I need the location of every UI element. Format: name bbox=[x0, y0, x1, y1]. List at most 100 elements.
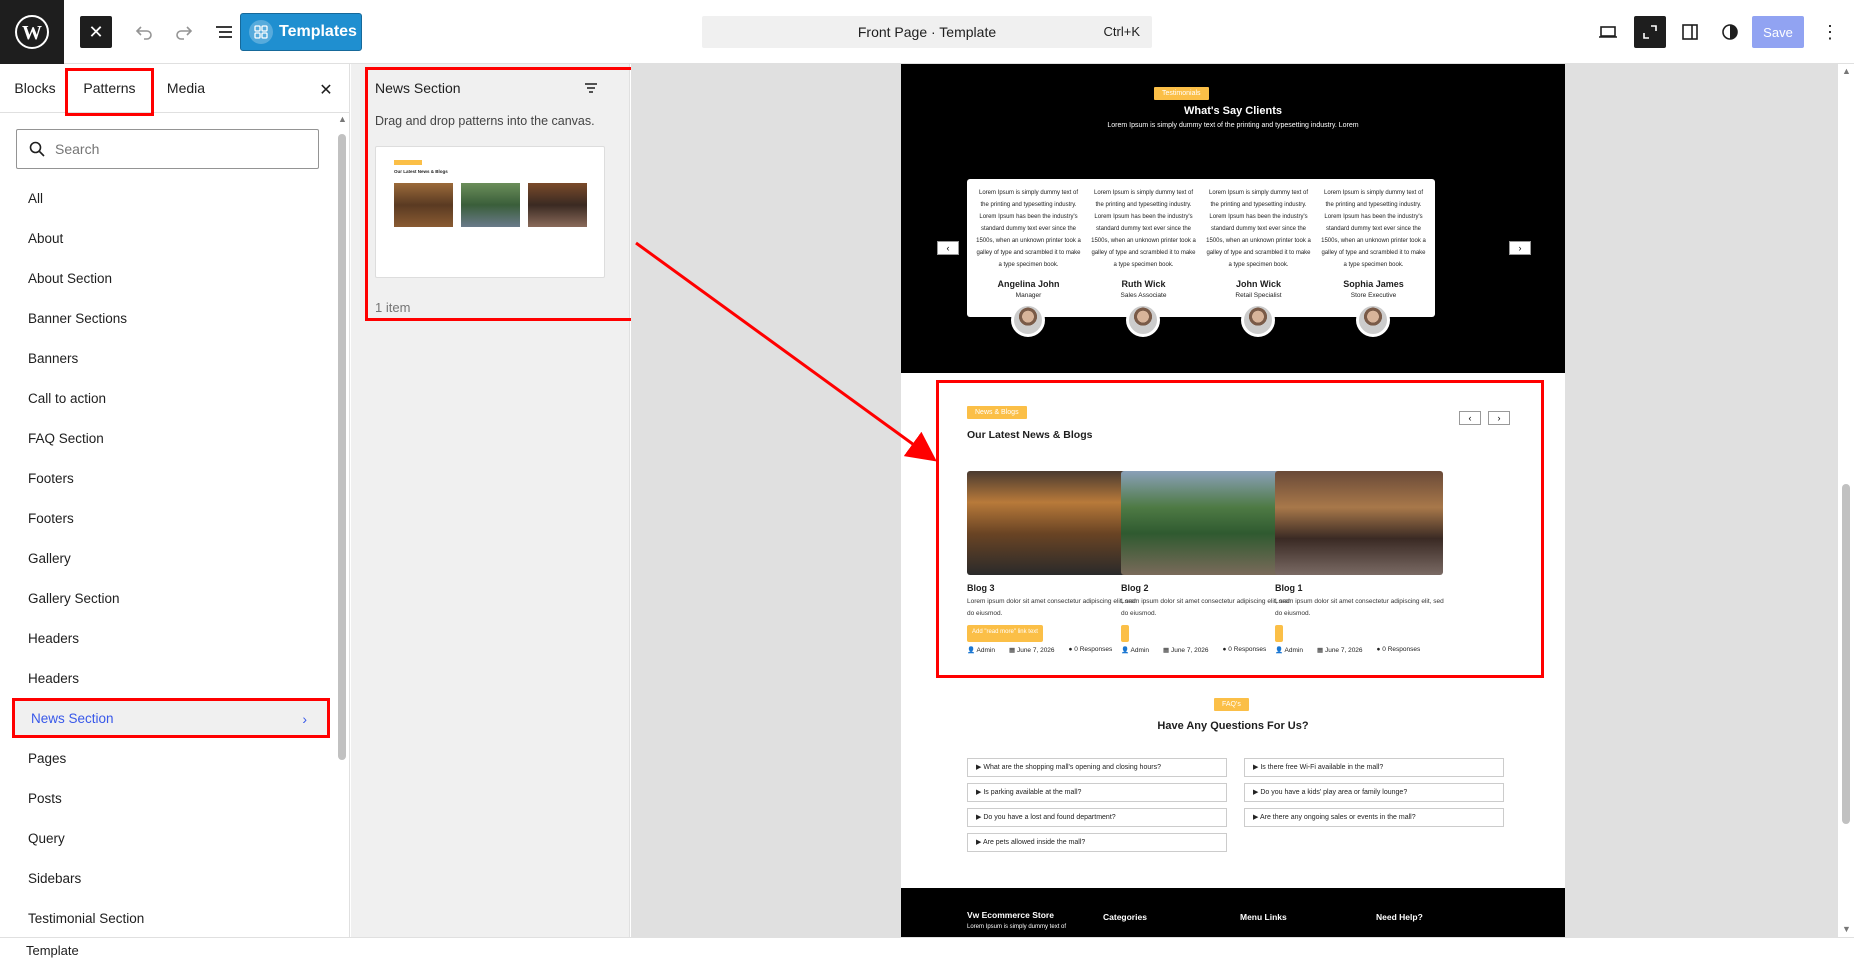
command-palette-button[interactable]: Front Page · Template Ctrl+K bbox=[702, 16, 1152, 48]
category-item[interactable]: Testimonial Section bbox=[12, 898, 330, 937]
footer-brand: Vw Ecommerce Store bbox=[967, 910, 1054, 920]
triangle-right-icon: ▶ bbox=[1253, 789, 1259, 796]
avatar bbox=[1126, 303, 1160, 337]
preview-tag bbox=[394, 160, 422, 165]
save-button[interactable]: Save bbox=[1752, 16, 1804, 48]
site-footer[interactable]: Vw Ecommerce Store Lorem Ipsum is simply… bbox=[901, 888, 1565, 937]
close-panel-button[interactable]: ✕ bbox=[314, 78, 338, 102]
preview-heading: Our Latest News & Blogs bbox=[394, 169, 448, 174]
category-label: Headers bbox=[28, 630, 80, 646]
avatar bbox=[1011, 303, 1045, 337]
faq-text: Is there free Wi-Fi available in the mal… bbox=[1260, 764, 1384, 771]
editor-canvas[interactable]: Testimonials What's Say Clients Lorem Ip… bbox=[631, 64, 1838, 937]
category-item[interactable]: News Section › bbox=[12, 698, 330, 738]
testimonial-role: Retail Specialist bbox=[1235, 292, 1282, 299]
templates-button[interactable]: Templates bbox=[240, 13, 362, 51]
options-menu-button[interactable]: ⋮ bbox=[1814, 16, 1846, 48]
redo-button[interactable] bbox=[168, 16, 200, 48]
category-description: Drag and drop patterns into the canvas. bbox=[375, 114, 595, 128]
category-item[interactable]: Call to action bbox=[12, 378, 330, 418]
settings-sidebar-button[interactable] bbox=[1674, 16, 1706, 48]
faq-question[interactable]: ▶ Is parking available at the mall? bbox=[967, 783, 1227, 802]
category-label: Call to action bbox=[28, 390, 107, 406]
category-item[interactable]: Query bbox=[12, 818, 330, 858]
category-label: Pages bbox=[28, 750, 67, 766]
faq-question[interactable]: ▶ What are the shopping mall's opening a… bbox=[967, 758, 1227, 777]
category-item[interactable]: Banners bbox=[12, 338, 330, 378]
faq-text: What are the shopping mall's opening and… bbox=[983, 764, 1161, 771]
undo-button[interactable] bbox=[128, 16, 160, 48]
category-item[interactable]: Gallery bbox=[12, 538, 330, 578]
close-inserter-button[interactable]: ✕ bbox=[80, 16, 112, 48]
faq-question[interactable]: ▶ Are pets allowed inside the mall? bbox=[967, 833, 1227, 852]
category-item[interactable]: Headers bbox=[12, 618, 330, 658]
category-item[interactable]: Posts bbox=[12, 778, 330, 818]
category-item[interactable]: All bbox=[12, 178, 330, 218]
faq-text: Are pets allowed inside the mall? bbox=[982, 839, 1086, 846]
avatar bbox=[1241, 303, 1275, 337]
category-item[interactable]: Footers bbox=[12, 458, 330, 498]
category-label: All bbox=[28, 190, 44, 206]
faq-question[interactable]: ▶ Do you have a kids' play area or famil… bbox=[1244, 783, 1504, 802]
faq-text: Do you have a kids' play area or family … bbox=[1260, 789, 1408, 796]
category-item[interactable]: Banner Sections bbox=[12, 298, 330, 338]
styles-button[interactable] bbox=[1714, 16, 1746, 48]
faq-question[interactable]: ▶ Is there free Wi-Fi available in the m… bbox=[1244, 758, 1504, 777]
category-item[interactable]: About Section bbox=[12, 258, 330, 298]
faq-question[interactable]: ▶ Are there any ongoing sales or events … bbox=[1244, 808, 1504, 827]
scroll-up-icon[interactable]: ▲ bbox=[338, 114, 347, 124]
category-label: Banners bbox=[28, 350, 79, 366]
category-label: Posts bbox=[28, 790, 62, 806]
testimonial-card: Lorem Ipsum is simply dummy text of the … bbox=[1197, 179, 1320, 337]
pattern-category-list: All About About Section Banner Sections Bann… bbox=[12, 178, 330, 937]
panel-scrollbar[interactable]: ▲ ▼ bbox=[338, 114, 347, 924]
triangle-right-icon: ▶ bbox=[976, 764, 982, 771]
slider-prev-button[interactable]: ‹ bbox=[937, 241, 959, 255]
faq-question[interactable]: ▶ Do you have a lost and found departmen… bbox=[967, 808, 1227, 827]
category-label: Testimonial Section bbox=[28, 910, 145, 926]
breadcrumb-template[interactable]: Template bbox=[26, 943, 79, 958]
slider-next-button[interactable]: › bbox=[1509, 241, 1531, 255]
scrollbar-thumb[interactable] bbox=[1842, 484, 1850, 824]
footer-brand-text: Lorem Ipsum is simply dummy text of bbox=[967, 924, 1067, 930]
category-label: Banner Sections bbox=[28, 310, 128, 326]
wordpress-logo-icon[interactable]: W bbox=[0, 0, 64, 64]
category-item[interactable]: Gallery Section bbox=[12, 578, 330, 618]
category-item[interactable]: Pages bbox=[12, 738, 330, 778]
category-item[interactable]: Headers bbox=[12, 658, 330, 698]
footer-categories: Categories bbox=[1103, 912, 1147, 922]
pattern-preview-card[interactable]: Our Latest News & Blogs bbox=[375, 146, 605, 278]
close-icon: ✕ bbox=[88, 21, 104, 42]
testimonial-name: John Wick bbox=[1236, 279, 1281, 289]
testimonial-quote: Lorem Ipsum is simply dummy text of the … bbox=[1321, 190, 1426, 268]
testimonial-name: Ruth Wick bbox=[1121, 279, 1166, 289]
category-item[interactable]: Footers bbox=[12, 498, 330, 538]
category-item[interactable]: About bbox=[12, 218, 330, 258]
document-overview-button[interactable] bbox=[208, 16, 240, 48]
category-item[interactable]: FAQ Section bbox=[12, 418, 330, 458]
testimonial-name: Angelina John bbox=[997, 279, 1060, 289]
testimonial-section[interactable]: Testimonials What's Say Clients Lorem Ip… bbox=[901, 64, 1565, 373]
scroll-down-icon[interactable]: ▼ bbox=[1842, 924, 1851, 934]
faq-text: Do you have a lost and found department? bbox=[983, 814, 1116, 821]
triangle-right-icon: ▶ bbox=[1253, 764, 1259, 771]
scroll-up-icon[interactable]: ▲ bbox=[1842, 66, 1851, 76]
faq-text: Are there any ongoing sales or events in… bbox=[1259, 814, 1416, 821]
editor-toolbar: W ✕ Templates Front Page · Template Ctrl… bbox=[0, 0, 1854, 64]
testimonial-quote: Lorem Ipsum is simply dummy text of the … bbox=[1091, 190, 1196, 268]
zoom-out-button[interactable] bbox=[1634, 16, 1666, 48]
category-title: News Section bbox=[375, 80, 461, 96]
testimonial-card: Lorem Ipsum is simply dummy text of the … bbox=[1082, 179, 1205, 337]
search-input[interactable] bbox=[55, 141, 295, 157]
triangle-right-icon: ▶ bbox=[976, 789, 982, 796]
scrollbar-thumb[interactable] bbox=[338, 134, 346, 760]
tab-media[interactable]: Media bbox=[160, 64, 212, 112]
category-item[interactable]: Sidebars bbox=[12, 858, 330, 898]
tab-blocks[interactable]: Blocks bbox=[6, 64, 64, 112]
preview-device-button[interactable] bbox=[1592, 16, 1624, 48]
chevron-left-icon: ‹ bbox=[946, 243, 950, 253]
filter-button[interactable] bbox=[581, 78, 605, 102]
category-label: About Section bbox=[28, 270, 113, 286]
canvas-scrollbar[interactable]: ▲ ▼ bbox=[1838, 64, 1854, 937]
triangle-right-icon: ▶ bbox=[976, 839, 982, 846]
